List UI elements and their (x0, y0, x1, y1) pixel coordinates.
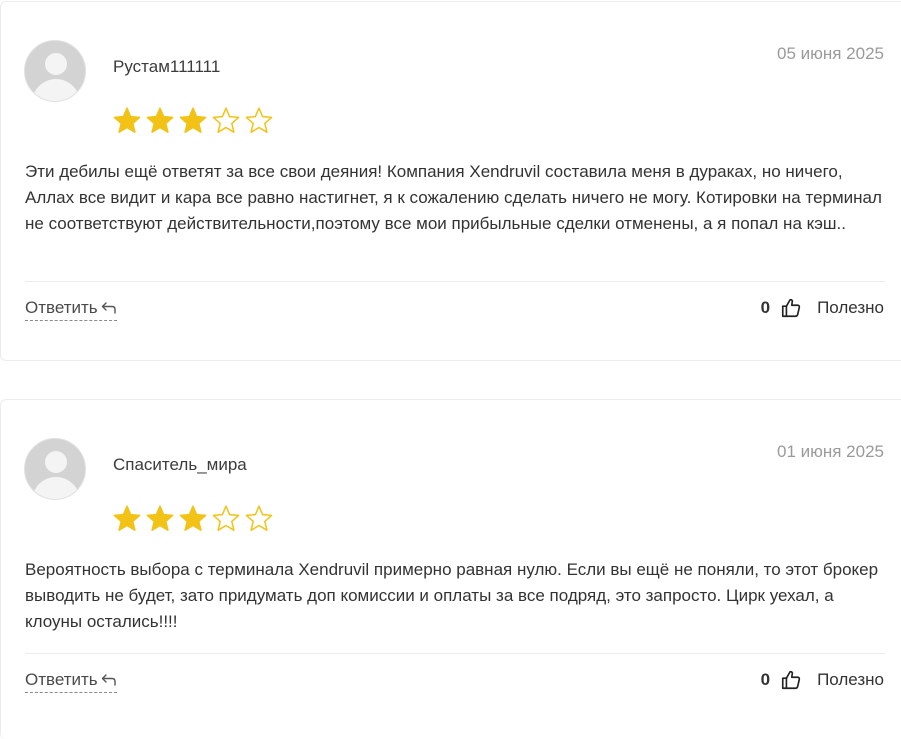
reply-button[interactable]: Ответить (25, 670, 117, 693)
user-avatar-icon (24, 40, 86, 102)
reply-label: Ответить (25, 670, 98, 689)
rating-stars (111, 503, 275, 535)
reply-button[interactable]: Ответить (25, 298, 117, 321)
user-avatar-icon (24, 438, 86, 500)
useful-count: 0 (760, 670, 771, 689)
review-date: 05 июня 2025 (776, 44, 884, 63)
reply-label: Ответить (25, 298, 98, 317)
useful-control: 0 Полезно (761, 669, 884, 691)
divider (25, 281, 885, 282)
divider (25, 653, 885, 654)
star-empty-icon (212, 107, 240, 133)
review-date: 01 июня 2025 (776, 442, 884, 461)
review-author: Спаситель_мира (113, 455, 247, 474)
star-empty-icon (245, 107, 273, 133)
review-card: Спаситель_мира 01 июня 2025 Вероятность … (0, 399, 901, 739)
star-filled-icon (179, 505, 207, 531)
star-empty-icon (212, 505, 240, 531)
useful-label[interactable]: Полезно (817, 298, 884, 318)
star-filled-icon (146, 107, 174, 133)
review-text: Эти дебилы ещё ответят за все свои деяни… (25, 162, 882, 233)
useful-count: 0 (760, 298, 771, 317)
star-filled-icon (113, 505, 141, 531)
rating-stars (111, 105, 275, 137)
useful-label[interactable]: Полезно (817, 670, 884, 690)
star-filled-icon (179, 107, 207, 133)
reply-arrow-icon (101, 302, 116, 314)
review-card: Рустам111111 05 июня 2025 Эти дебилы ещё… (0, 1, 901, 361)
review-text: Вероятность выбора с терминала Xendruvil… (25, 560, 879, 631)
useful-control: 0 Полезно (761, 297, 884, 319)
star-empty-icon (245, 505, 273, 531)
star-filled-icon (146, 505, 174, 531)
thumbs-up-icon[interactable] (780, 297, 802, 319)
review-author: Рустам111111 (113, 57, 221, 76)
star-filled-icon (113, 107, 141, 133)
reply-arrow-icon (101, 674, 116, 686)
thumbs-up-icon[interactable] (780, 669, 802, 691)
